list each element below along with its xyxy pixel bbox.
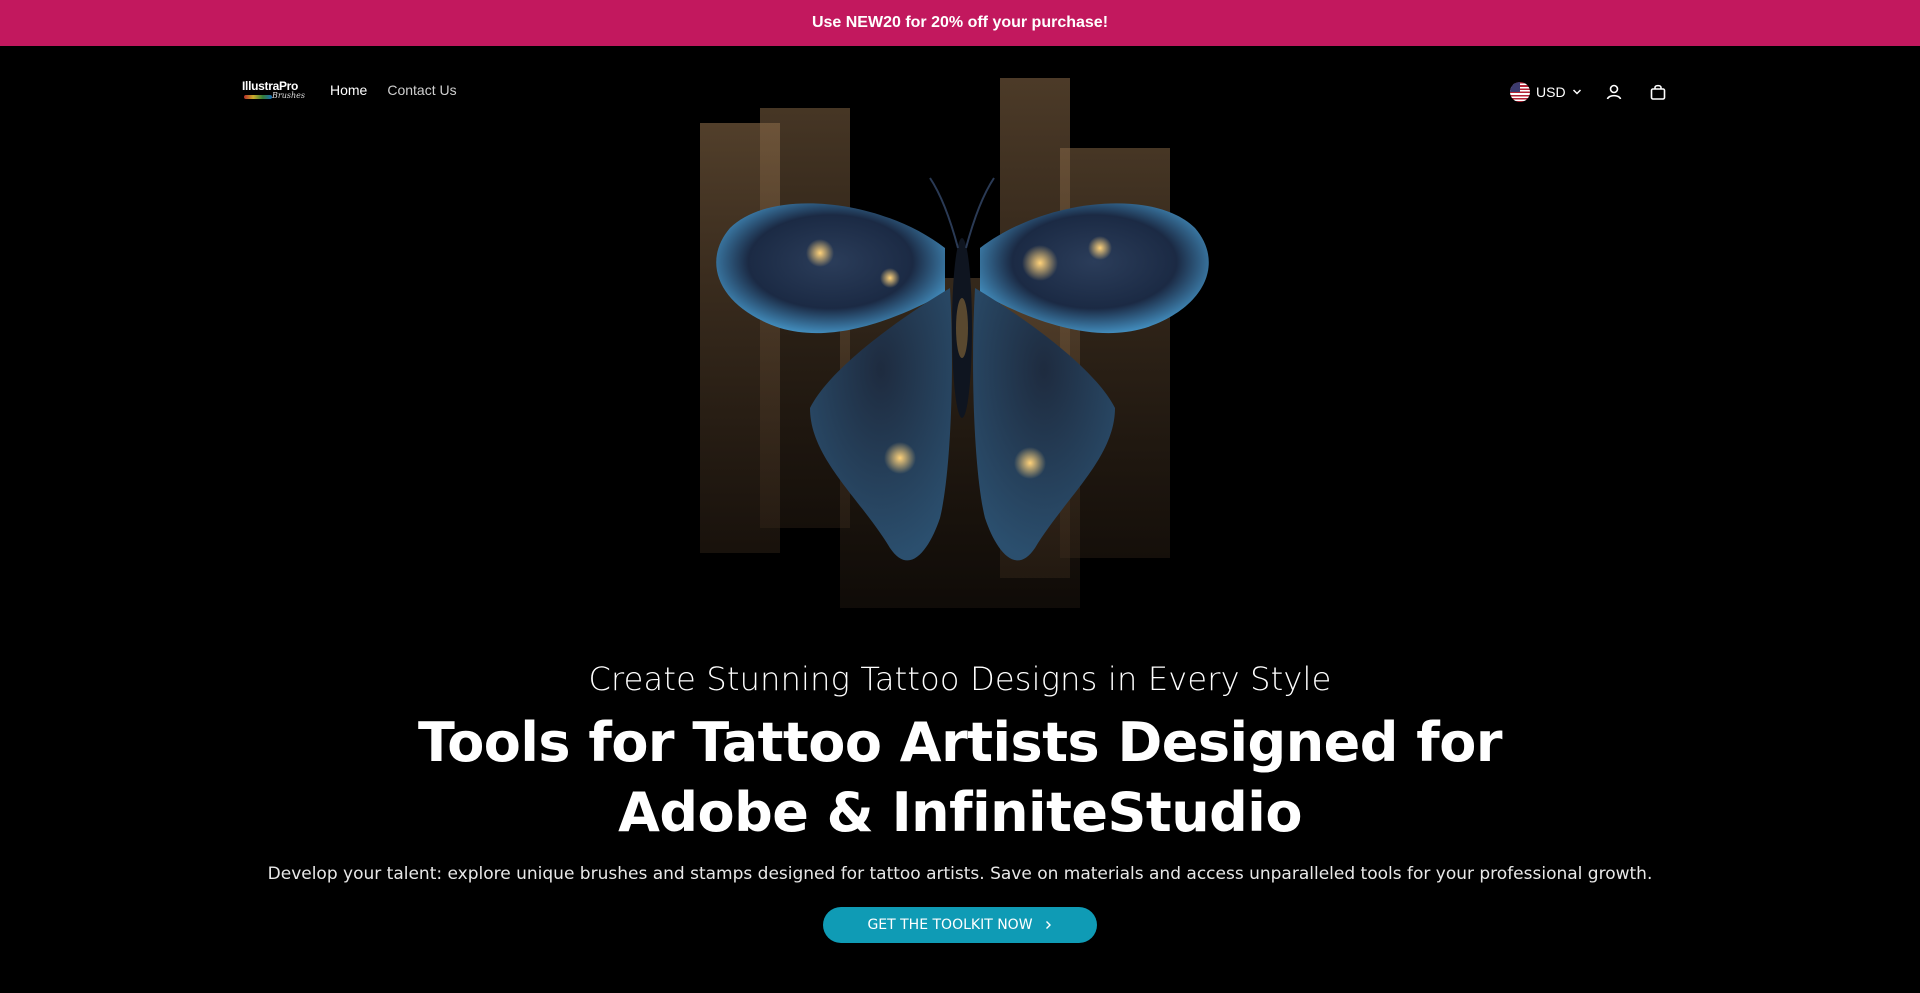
nav-contact-us[interactable]: Contact Us [387, 82, 456, 98]
announcement-bar: Use NEW20 for 20% off your purchase! [0, 0, 1920, 46]
announcement-text: Use NEW20 for 20% off your purchase! [811, 14, 1109, 31]
chevron-down-icon [1572, 89, 1581, 95]
currency-label: USD [1536, 84, 1566, 100]
nav-home[interactable]: Home [330, 82, 367, 98]
logo-subtext: Brushes [272, 91, 305, 100]
cta-label: GET THE TOOLKIT NOW [867, 917, 1033, 933]
cart-button[interactable] [1646, 80, 1670, 104]
logo[interactable]: IllustraPro Brushes [242, 79, 312, 107]
header-actions: USD [1510, 80, 1670, 104]
currency-selector[interactable]: USD [1510, 82, 1582, 102]
cart-icon [1650, 84, 1665, 100]
hero-subtitle: Create Stunning Tattoo Designs in Every … [588, 660, 1332, 698]
main-nav: Home Contact Us [330, 82, 457, 98]
chevron-right-icon [1045, 921, 1051, 929]
logo-color-stripe [244, 95, 272, 99]
hero-description: Develop your talent: explore unique brus… [267, 864, 1653, 884]
get-toolkit-button[interactable]: GET THE TOOLKIT NOW [823, 907, 1097, 943]
account-icon [1606, 84, 1621, 100]
account-button[interactable] [1602, 80, 1626, 104]
hero-title: Tools for Tattoo Artists Designed for Ad… [418, 711, 1502, 844]
us-flag-icon [1510, 82, 1530, 102]
butterfly-artwork [700, 78, 1209, 608]
